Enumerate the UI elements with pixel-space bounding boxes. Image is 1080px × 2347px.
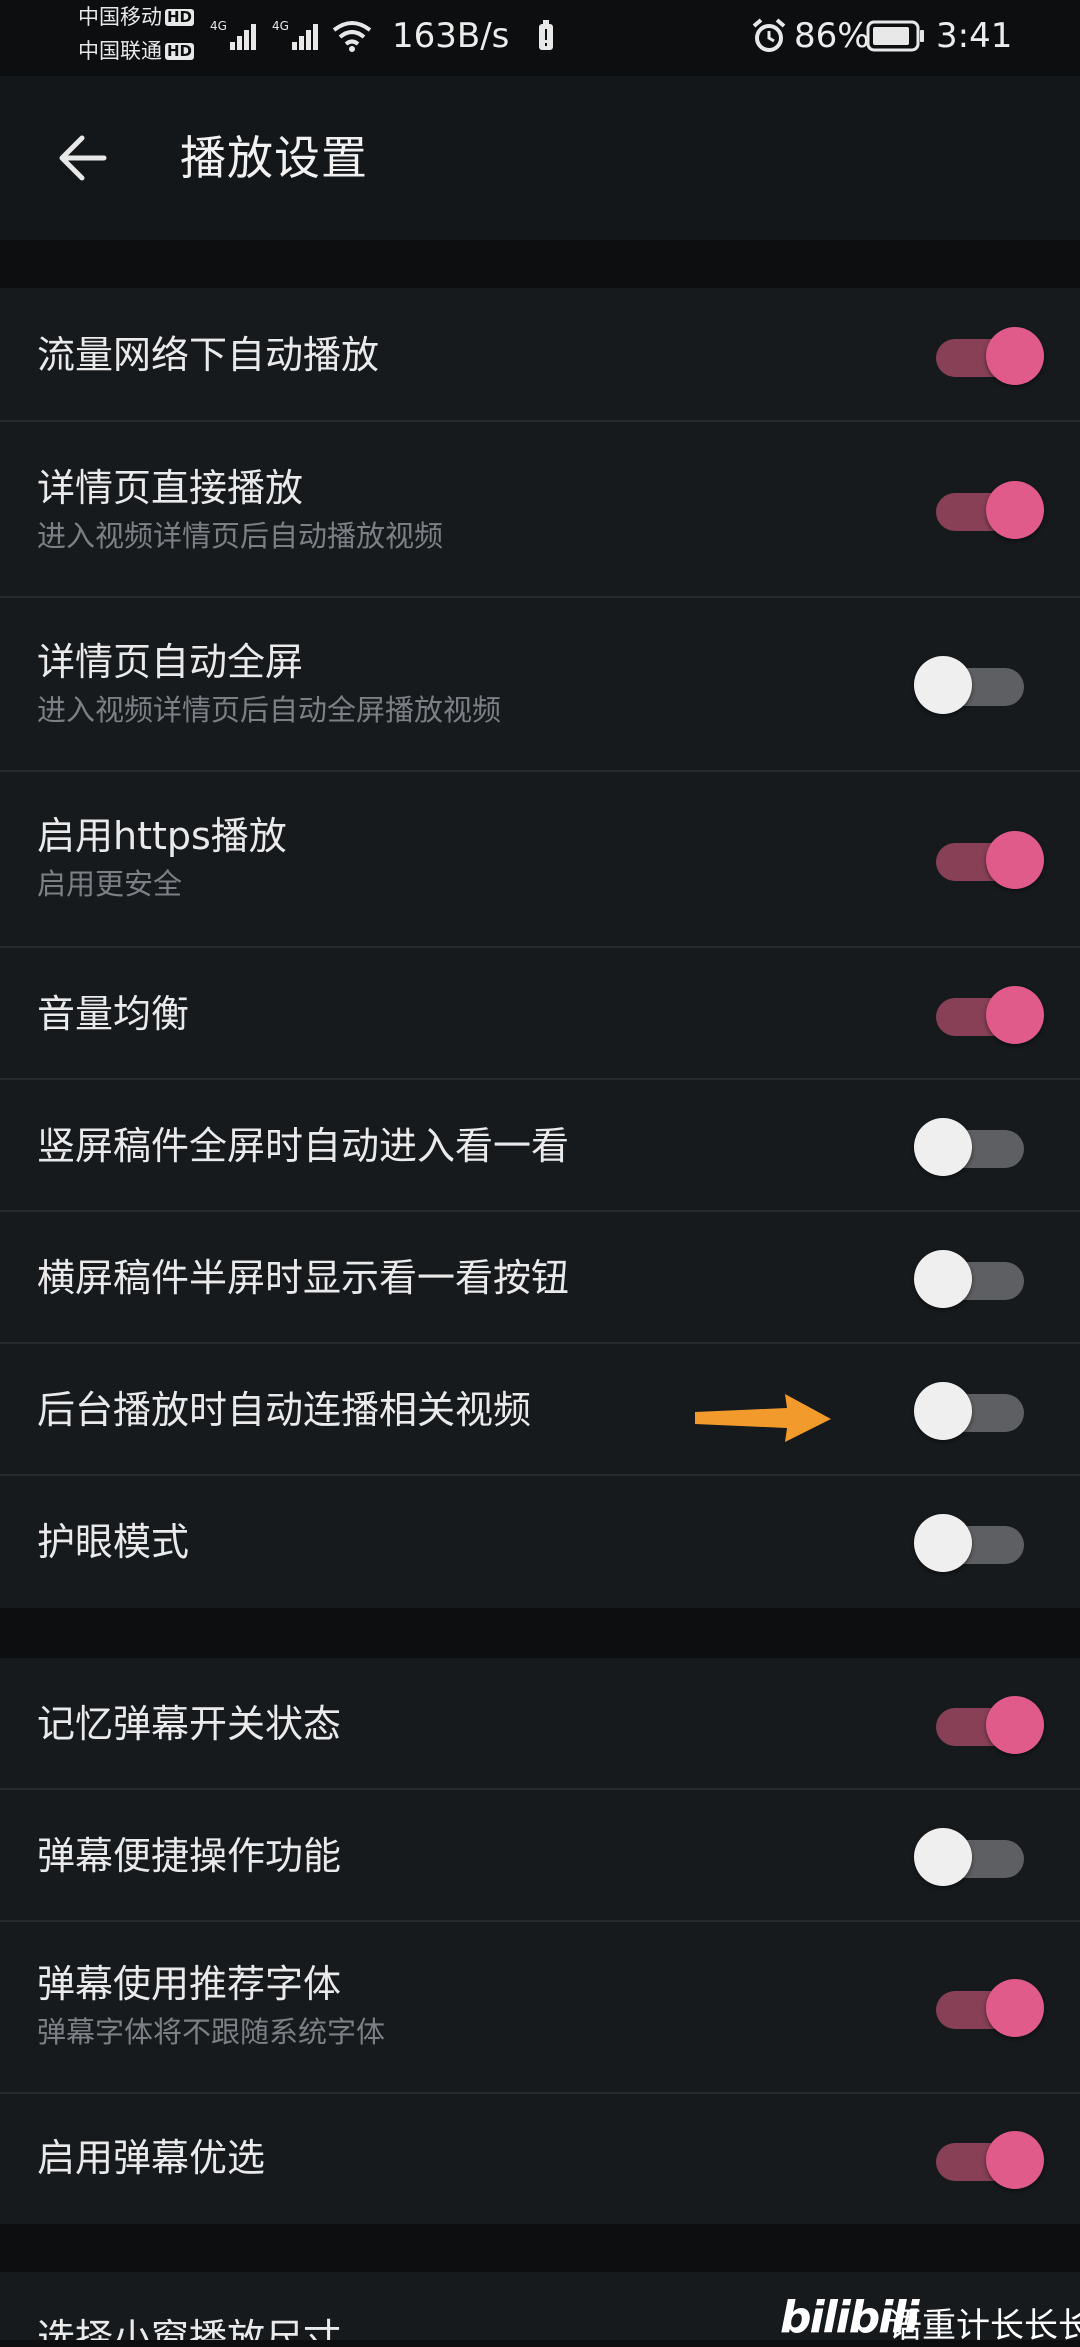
setting-title: 详情页自动全屏: [37, 640, 304, 684]
setting-title: 后台播放时自动连播相关视频: [37, 1388, 532, 1432]
setting-row-danmaku-font[interactable]: 弹幕使用推荐字体 弹幕字体将不跟随系统字体: [0, 1922, 1080, 2094]
toggle-switch[interactable]: [910, 1111, 1040, 1181]
page-title: 播放设置: [180, 131, 368, 185]
toggle-switch[interactable]: [910, 2124, 1044, 2194]
setting-subtitle: 弹幕字体将不跟随系统字体: [37, 2015, 386, 2049]
carrier-1: 中国移动 HD: [78, 4, 195, 30]
annotation-arrow-icon: [695, 1394, 831, 1442]
carrier-2: 中国联通 HD: [78, 38, 195, 64]
setting-row-portrait-story[interactable]: 竖屏稿件全屏时自动进入看一看: [0, 1080, 1080, 1212]
setting-title: 横屏稿件半屏时显示看一看按钮: [37, 1256, 570, 1300]
app-bar: 播放设置: [0, 76, 1080, 240]
battery-saver-icon: [539, 20, 553, 50]
setting-row-detail-fullscreen[interactable]: 详情页自动全屏 进入视频详情页后自动全屏播放视频: [0, 598, 1080, 772]
signal-icon: 4G: [210, 19, 256, 50]
signal-icon: 4G: [272, 19, 318, 50]
setting-title: 启用弹幕优选: [37, 2136, 266, 2180]
hd-badge: HD: [165, 42, 195, 60]
toggle-switch[interactable]: [910, 1821, 1040, 1891]
setting-title: 弹幕使用推荐字体: [37, 1962, 342, 2006]
setting-title: 详情页直接播放: [37, 466, 304, 510]
setting-title: 竖屏稿件全屏时自动进入看一看: [37, 1124, 570, 1168]
toggle-switch[interactable]: [910, 824, 1044, 894]
status-bar: 中国移动 HD 中国联通 HD 4G 4G 163B/s 86% 3:41: [0, 0, 1080, 76]
setting-row-background-autoplay-related[interactable]: 后台播放时自动连播相关视频: [0, 1344, 1080, 1476]
network-speed: 163B/s: [392, 16, 510, 56]
setting-row-danmaku-preferred[interactable]: 启用弹幕优选: [0, 2094, 1080, 2224]
toggle-switch[interactable]: [910, 649, 1040, 719]
setting-subtitle: 进入视频详情页后自动全屏播放视频: [37, 693, 502, 727]
setting-title: 记忆弹幕开关状态: [37, 1702, 342, 1746]
setting-title: 弹幕便捷操作功能: [37, 1834, 342, 1878]
carrier-2-name: 中国联通: [78, 39, 162, 63]
setting-row-remember-danmaku[interactable]: 记忆弹幕开关状态: [0, 1658, 1080, 1790]
setting-row-https[interactable]: 启用https播放 启用更安全: [0, 772, 1080, 948]
setting-title: 启用https播放: [37, 814, 287, 858]
setting-row-landscape-story-button[interactable]: 横屏稿件半屏时显示看一看按钮: [0, 1212, 1080, 1344]
network-type-label: 4G: [272, 19, 289, 33]
setting-subtitle: 进入视频详情页后自动播放视频: [37, 519, 444, 553]
back-button[interactable]: [52, 126, 116, 190]
toggle-switch[interactable]: [910, 979, 1044, 1049]
setting-title: 音量均衡: [37, 992, 190, 1036]
setting-row-volume-balance[interactable]: 音量均衡: [0, 948, 1080, 1080]
setting-title: 流量网络下自动播放: [37, 333, 380, 377]
setting-title: 护眼模式: [37, 1520, 190, 1564]
toggle-switch[interactable]: [910, 320, 1044, 390]
toggle-switch[interactable]: [910, 1375, 1040, 1445]
settings-group-danmaku: 记忆弹幕开关状态 弹幕便捷操作功能 弹幕使用推荐字体 弹幕字体将不跟随系统字体 …: [0, 1658, 1080, 2224]
carrier-1-name: 中国移动: [78, 5, 162, 29]
setting-row-cellular-autoplay[interactable]: 流量网络下自动播放: [0, 288, 1080, 422]
toggle-switch[interactable]: [910, 1689, 1044, 1759]
setting-row-danmaku-shortcut[interactable]: 弹幕便捷操作功能: [0, 1790, 1080, 1922]
wifi-icon: [332, 21, 372, 52]
network-type-label: 4G: [210, 19, 227, 33]
setting-row-eye-care[interactable]: 护眼模式: [0, 1476, 1080, 1608]
settings-group-playback: 流量网络下自动播放 详情页直接播放 进入视频详情页后自动播放视频 详情页自动全屏…: [0, 288, 1080, 1608]
setting-title: 选择小窗播放尺寸: [37, 2316, 342, 2340]
battery-percent: 86%: [794, 16, 870, 56]
arrow-left-icon: [59, 135, 107, 181]
hd-badge: HD: [165, 8, 195, 26]
toggle-switch[interactable]: [910, 1507, 1040, 1577]
toggle-switch[interactable]: [910, 1972, 1044, 2042]
battery-icon: [866, 20, 924, 52]
toggle-switch[interactable]: [910, 474, 1044, 544]
alarm-icon: [752, 18, 786, 52]
setting-row-detail-autoplay[interactable]: 详情页直接播放 进入视频详情页后自动播放视频: [0, 422, 1080, 598]
setting-subtitle: 启用更安全: [37, 867, 183, 901]
clock: 3:41: [936, 16, 1013, 56]
toggle-switch[interactable]: [910, 1243, 1040, 1313]
